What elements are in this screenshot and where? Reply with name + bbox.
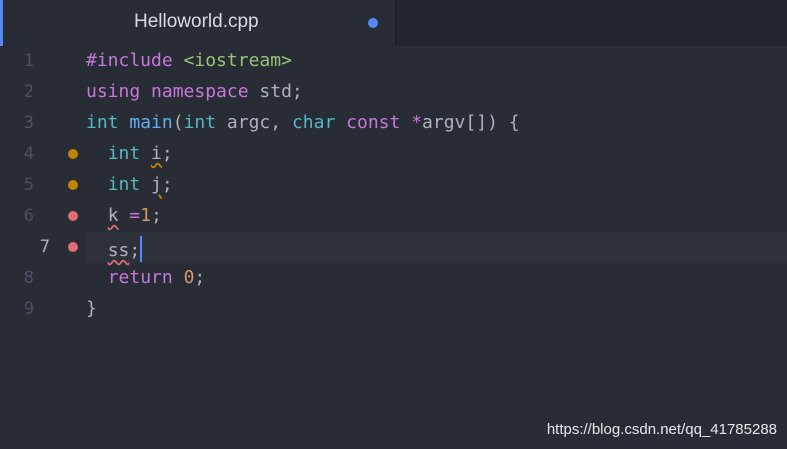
active-tab-indicator [0, 0, 3, 46]
code-line-9[interactable]: 9 } [0, 294, 787, 325]
token: 0 [183, 267, 195, 288]
token: using [86, 81, 141, 102]
line-code: #include <iostream> [86, 50, 292, 72]
code-line-1[interactable]: 1 #include <iostream> [0, 46, 787, 77]
line-number: 7 [39, 237, 50, 257]
code-line-7[interactable]: 7 ss; [40, 232, 787, 263]
token: argv [422, 112, 466, 133]
token: ; [194, 267, 206, 288]
line-code: return 0; [86, 267, 206, 289]
line-number: 3 [23, 113, 34, 133]
line-code: int i; [86, 143, 173, 165]
token: * [411, 112, 423, 133]
watermark: https://blog.csdn.net/qq_41785288 [546, 421, 777, 438]
line-number: 9 [23, 299, 34, 319]
line-number: 5 [23, 175, 34, 195]
line-number: 8 [23, 268, 34, 288]
line-number: 4 [23, 144, 34, 164]
token: = [129, 205, 141, 226]
token: int [107, 174, 141, 195]
token: ; [151, 205, 162, 226]
token: i [151, 143, 162, 164]
token: k [107, 205, 119, 226]
token: const [346, 112, 401, 133]
code-line-4[interactable]: 4 int i; [0, 139, 787, 170]
line-code: int j; [86, 174, 173, 196]
code-line-8[interactable]: 8 return 0; [0, 263, 787, 294]
token: main [129, 112, 173, 133]
token: ; [129, 240, 141, 261]
text-cursor [140, 236, 143, 262]
line-code: using namespace std; [86, 81, 303, 103]
token: []) { [465, 112, 520, 133]
line-code: int main(int argc, char const *argv[]) { [86, 112, 520, 134]
token: int [183, 112, 217, 133]
tab-helloworld-cpp[interactable]: Helloworld.cpp [0, 0, 396, 46]
error-marker-icon[interactable] [68, 242, 78, 252]
code-line-5[interactable]: 5 int j; [0, 170, 787, 201]
line-code: } [86, 298, 97, 320]
token: } [86, 298, 97, 319]
token: char [291, 112, 336, 133]
token: <iostream> [183, 50, 292, 71]
token: namespace [151, 81, 249, 102]
tab-bar: Helloworld.cpp [0, 0, 787, 46]
token: argc, [226, 112, 282, 133]
modified-indicator-icon[interactable] [368, 18, 378, 28]
editor-window: Helloworld.cpp 1 #include <iostream> 2 u… [0, 0, 787, 449]
warning-marker-icon[interactable] [68, 180, 78, 190]
token: ss [107, 240, 130, 261]
token: std; [259, 81, 303, 102]
error-marker-icon[interactable] [68, 211, 78, 221]
line-number: 2 [23, 82, 34, 102]
token: return [107, 267, 173, 288]
token: int [86, 112, 119, 133]
warning-marker-icon[interactable] [68, 149, 78, 159]
token: ( [172, 112, 184, 133]
line-number: 1 [23, 51, 34, 71]
token: #include [86, 50, 173, 71]
code-editor[interactable]: 1 #include <iostream> 2 using namespace … [0, 46, 787, 449]
token: ; [161, 143, 173, 164]
code-line-3[interactable]: 3 int main(int argc, char const *argv[])… [0, 108, 787, 139]
token: int [107, 143, 141, 164]
token: 1 [140, 205, 152, 226]
token: ; [161, 174, 173, 195]
token: j [151, 174, 162, 195]
code-line-2[interactable]: 2 using namespace std; [0, 77, 787, 108]
tab-title: Helloworld.cpp [134, 11, 259, 32]
line-code: ss; [86, 236, 143, 262]
code-line-6[interactable]: 6 k =1; [0, 201, 787, 232]
line-code: k =1; [86, 205, 162, 227]
line-number: 6 [23, 206, 34, 226]
